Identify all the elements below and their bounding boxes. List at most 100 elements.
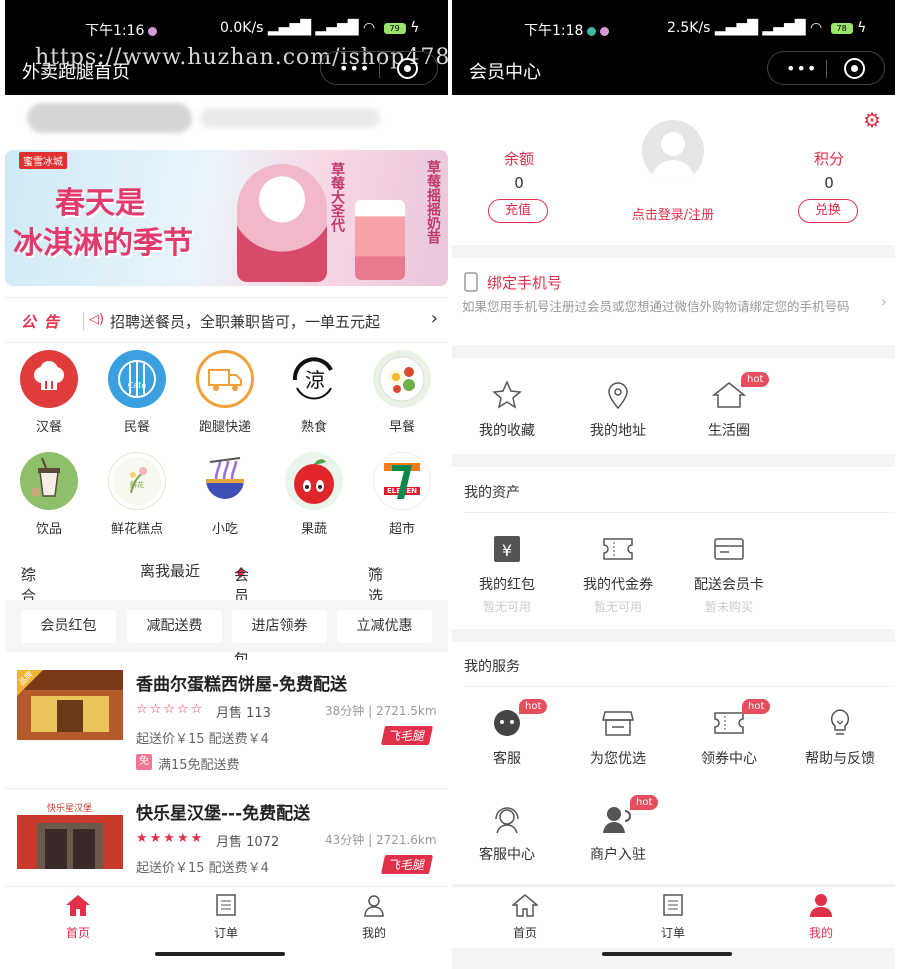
breakfast-plate-icon <box>373 350 431 408</box>
category-supermarket[interactable]: ELEVEN 超市 <box>358 452 446 537</box>
delivery-time-distance: 43分钟 | 2721.6km <box>325 833 437 847</box>
category-drinks[interactable]: 饮品 <box>5 452 93 537</box>
status-time: 下午1:18 <box>524 23 584 39</box>
avatar[interactable] <box>642 120 704 182</box>
category-snacks[interactable]: 小吃 <box>181 452 269 537</box>
tab-orders[interactable]: 订单 <box>191 893 261 941</box>
delivery-member-card[interactable]: 配送会员卡 暂未购买 <box>674 532 784 615</box>
chevron-down-icon: ﹀ <box>21 566 32 579</box>
category-errand[interactable]: 跑腿快递 <box>181 350 269 435</box>
tab-bar: 首页 订单 我的 <box>5 886 448 948</box>
search-bar-blurred[interactable] <box>200 108 380 128</box>
category-breakfast[interactable]: 早餐 <box>358 350 446 435</box>
chevron-right-icon[interactable]: › <box>881 292 887 311</box>
category-label: 熟食 <box>300 420 327 435</box>
coupon-center[interactable]: 领券中心 <box>674 706 784 768</box>
more-dots-icon[interactable]: ••• <box>339 59 370 78</box>
my-favorites[interactable]: 我的收藏 <box>452 378 562 440</box>
my-address[interactable]: 我的地址 <box>563 378 673 440</box>
banner-brand-tag: 蜜雪冰城 <box>19 152 67 169</box>
svg-text:¥: ¥ <box>502 541 512 560</box>
service-center[interactable]: 客服中心 <box>452 802 562 864</box>
close-target-icon[interactable] <box>397 58 418 79</box>
tab-mine[interactable]: 我的 <box>339 893 409 941</box>
svg-text:涼: 涼 <box>305 368 325 392</box>
battery-icon: 78 <box>830 22 853 34</box>
banner-vertical-text-1: 草莓大圣代 <box>329 162 345 232</box>
hot-badge: hot <box>741 372 770 387</box>
login-register-link[interactable]: 点击登录/注册 <box>612 204 734 223</box>
bind-phone-desc: 如果您用手机号注册过会员或您想通过微信外购物请绑定您的手机号码 <box>462 299 850 314</box>
notice-text: 招聘送餐员，全职兼职皆可，一单五元起 <box>110 313 381 331</box>
pill-reduce-delivery[interactable]: 减配送费 <box>127 610 222 643</box>
recommended-for-you[interactable]: 为您优选 <box>563 706 673 768</box>
lightbulb-icon <box>830 709 850 735</box>
notice-label: 公告 <box>21 313 68 331</box>
filter-pills: 会员红包 减配送费 进店领券 立减优惠 <box>5 600 448 652</box>
status-bar: 下午1:18 2.5K/s ▂▄▆█ ▂▄▆█ ◠ 78 ϟ 会员中心 ••• <box>452 0 895 95</box>
category-fruits-vegetables[interactable]: 果蔬 <box>270 452 358 537</box>
bind-phone-title: 绑定手机号 <box>487 274 563 292</box>
location-address-blurred[interactable] <box>27 103 192 133</box>
express-badge: 飞毛腿 <box>380 855 434 874</box>
mini-program-capsule: ••• <box>767 51 885 85</box>
chevron-right-icon[interactable]: › <box>431 308 438 329</box>
monthly-sales: 月售 1072 <box>216 835 280 850</box>
tab-mine[interactable]: 我的 <box>786 893 856 941</box>
exchange-button[interactable]: 兑换 <box>798 199 858 223</box>
recharge-button[interactable]: 充值 <box>488 199 548 223</box>
store-icon <box>602 711 634 736</box>
category-cooked-food[interactable]: 涼 熟食 <box>270 350 358 435</box>
shop-image: 快乐星汉堡 <box>17 799 123 869</box>
my-redpacket[interactable]: ¥ 我的红包 暂无可用 <box>452 532 562 615</box>
close-target-icon[interactable] <box>844 58 865 79</box>
home-icon <box>510 894 540 917</box>
milkshake-image <box>355 200 405 280</box>
shop-card[interactable]: 品牌 香曲尔蛋糕西饼屋-免费配送 ☆☆☆☆☆ 月售 113 38分钟 | 272… <box>5 660 448 780</box>
promo-text: 满15免配送费 <box>158 758 240 773</box>
more-dots-icon[interactable]: ••• <box>786 59 817 78</box>
tab-orders[interactable]: 订单 <box>638 893 708 941</box>
user-icon <box>810 894 832 917</box>
category-label: 民餐 <box>123 420 150 435</box>
category-label: 超市 <box>388 522 415 537</box>
customer-service[interactable]: 客服 <box>452 706 562 768</box>
promo-banner[interactable]: 蜜雪冰城 春天是 冰淇淋的季节 草莓大圣代 草莓摇摇奶昔 <box>5 150 448 286</box>
category-hancan[interactable]: 汉餐 <box>5 350 93 435</box>
pill-member-redpacket[interactable]: 会员红包 <box>21 610 116 643</box>
apple-icon <box>285 452 343 510</box>
chevron-down-icon: ﹀ <box>368 566 379 579</box>
delivery-truck-icon <box>196 350 254 408</box>
shop-image-tag: 快乐星汉堡 <box>47 804 93 814</box>
free-badge: 免 <box>136 754 152 770</box>
banner-headline-2: 冰淇淋的季节 <box>13 226 193 261</box>
pill-store-coupon[interactable]: 进店领券 <box>232 610 327 643</box>
sort-nearest[interactable]: 离我最近 <box>140 560 200 581</box>
shop-name: 快乐星汉堡---免费配送 <box>136 804 311 824</box>
settings-gear-icon[interactable]: ⚙ <box>863 108 881 132</box>
status-time: 下午1:16 <box>85 23 145 39</box>
points-label: 积分 <box>813 150 844 168</box>
my-voucher[interactable]: 我的代金券 暂无可用 <box>563 532 673 615</box>
express-badge: 飞毛腿 <box>380 726 434 745</box>
shop-name: 香曲尔蛋糕西饼屋-免费配送 <box>136 675 348 695</box>
tab-home[interactable]: 首页 <box>490 893 560 941</box>
notice-bar[interactable]: 公告 ◁) 招聘送餐员，全职兼职皆可，一单五元起 › <box>5 297 448 343</box>
tab-home[interactable]: 首页 <box>43 893 113 941</box>
category-label: 小吃 <box>211 522 238 537</box>
star-icon <box>492 380 522 409</box>
category-label: 汉餐 <box>35 420 62 435</box>
category-label: 早餐 <box>388 420 415 435</box>
monthly-sales: 月售 113 <box>216 706 271 721</box>
hot-badge: hot <box>519 699 548 714</box>
help-feedback[interactable]: 帮助与反馈 <box>785 706 895 768</box>
life-circle[interactable]: 生活圈 <box>674 378 784 440</box>
delivery-time-distance: 38分钟 | 2721.5km <box>325 704 437 718</box>
noodle-bowl-icon <box>196 452 254 510</box>
category-mincan[interactable]: Cate 民餐 <box>93 350 181 435</box>
category-flowers-cakes[interactable]: 鲜花 鲜花糕点 <box>93 452 181 537</box>
pill-instant-discount[interactable]: 立减优惠 <box>337 610 432 643</box>
speaker-icon: ◁) <box>89 312 105 327</box>
orders-list-icon <box>216 894 236 916</box>
merchant-join[interactable]: 商户入驻 <box>563 802 673 864</box>
